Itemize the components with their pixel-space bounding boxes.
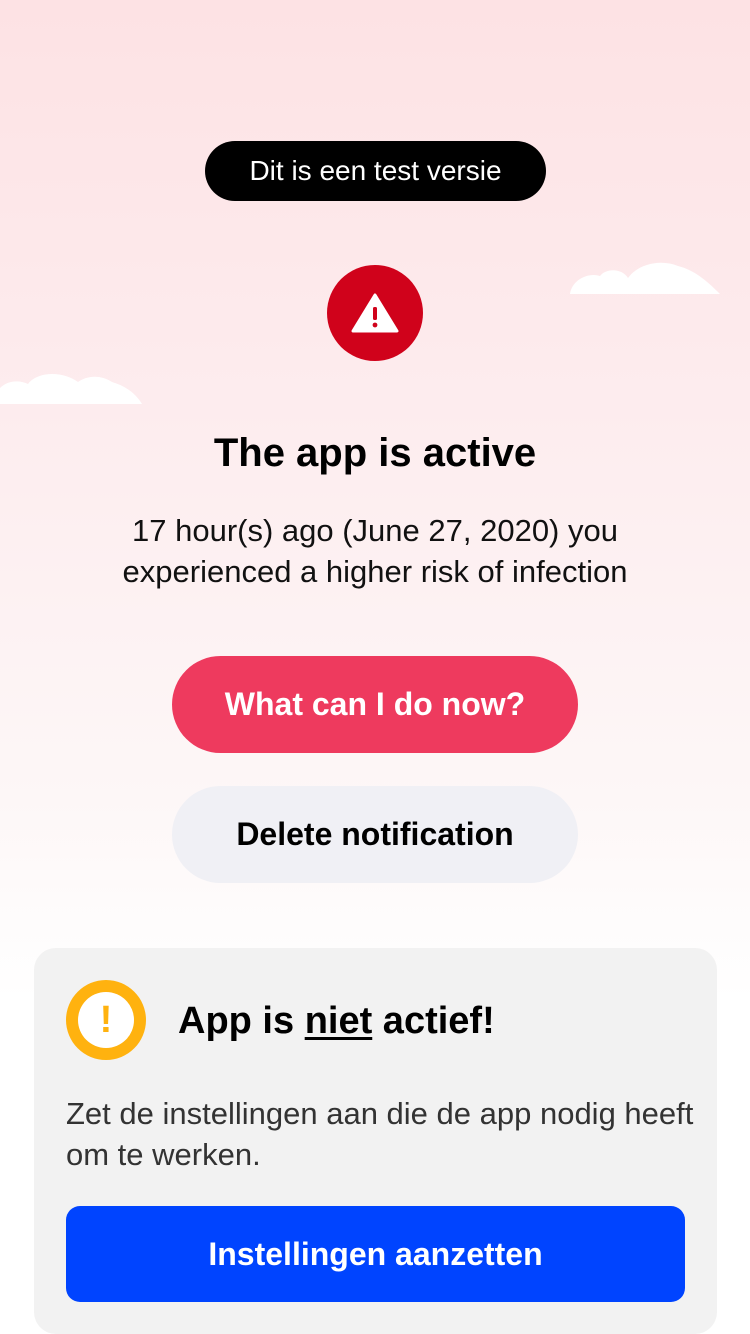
cloud-decoration [570,262,720,294]
warning-triangle-icon [351,293,399,333]
card-title-prefix: App is [178,1000,305,1042]
cloud-decoration [0,373,142,404]
card-title-emphasis: niet [304,1000,373,1042]
card-message: Zet de instellingen aan die de app nodig… [66,1096,694,1172]
status-title: The app is active [213,431,537,475]
enable-settings-button[interactable]: Instellingen aanzetten [66,1206,685,1302]
app-inactive-card: ! App is niet actief! Zet de instellinge… [34,948,717,1334]
what-can-i-do-button[interactable]: What can I do now? [172,656,578,753]
card-title: App is niet actief! [178,996,495,1046]
status-message: 17 hour(s) ago (June 27, 2020) you exper… [122,513,628,589]
card-title-suffix: actief! [372,1000,495,1042]
test-version-badge: Dit is een test versie [205,141,546,201]
warning-icon-circle [327,265,423,361]
exclamation-mark-icon: ! [78,992,134,1048]
delete-notification-button[interactable]: Delete notification [172,786,578,883]
exclamation-circle-icon: ! [66,980,146,1060]
